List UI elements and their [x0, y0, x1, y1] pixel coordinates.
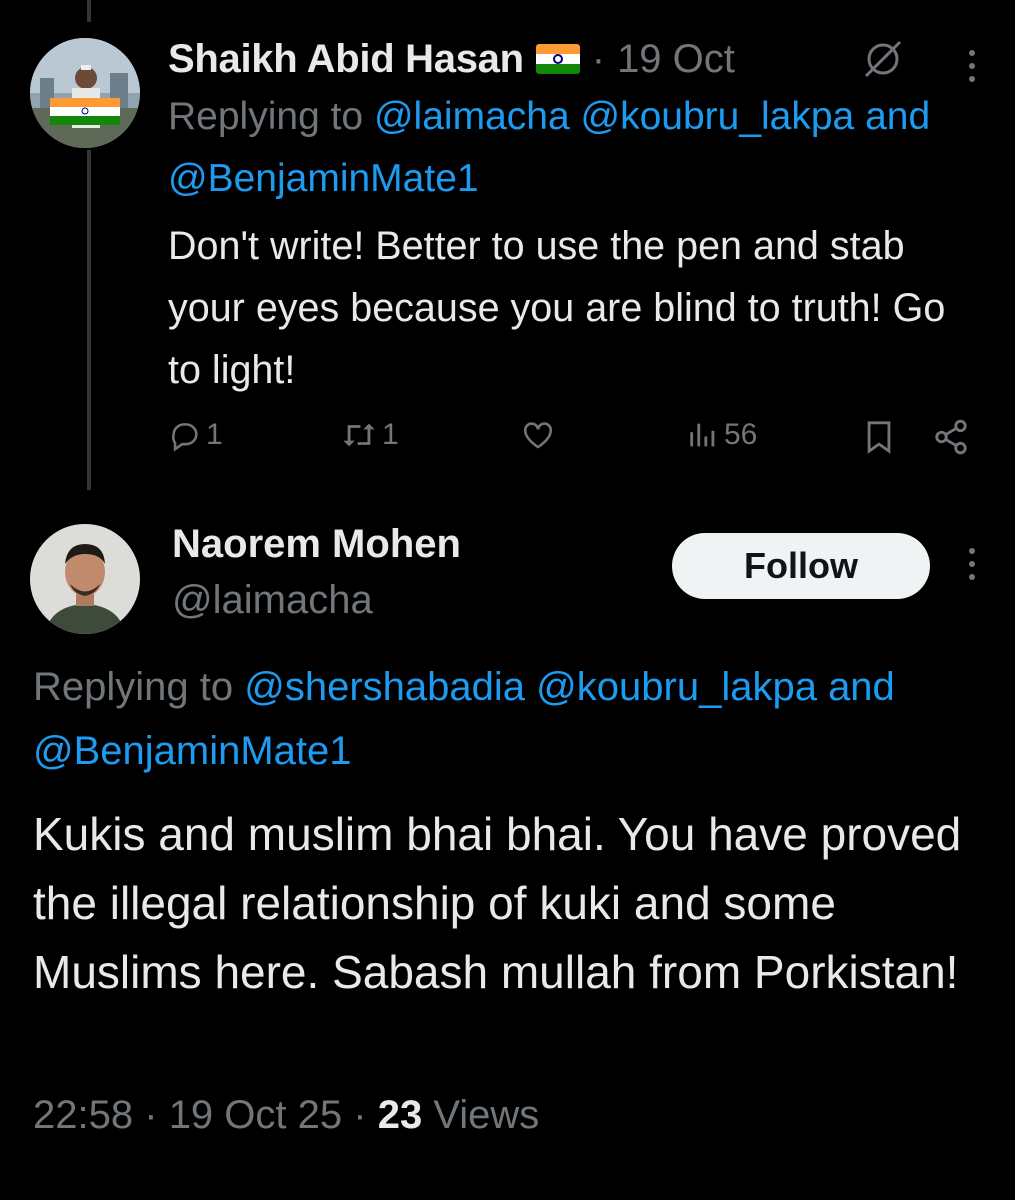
views-count: 23	[377, 1093, 423, 1137]
share-icon	[935, 419, 967, 455]
reply-button[interactable]: 1	[168, 418, 223, 452]
mention-link[interactable]: @BenjaminMate1	[168, 157, 479, 200]
mention-link[interactable]: @shershabadia	[244, 665, 525, 709]
views-label: Views	[433, 1093, 540, 1137]
author-name[interactable]: Naorem Mohen	[172, 522, 461, 567]
avatar[interactable]	[30, 38, 140, 148]
separator: ·	[353, 1093, 367, 1137]
repost-count: 1	[382, 418, 399, 451]
tweet-header: Shaikh Abid Hasan · 19 Oct	[168, 34, 735, 84]
mention-link[interactable]: @koubru_lakpa	[580, 95, 854, 138]
replying-to: Replying to @shershabadia @koubru_lakpa …	[33, 655, 1015, 783]
author-name[interactable]: Shaikh Abid Hasan	[168, 37, 524, 82]
repost-icon	[343, 423, 375, 447]
like-button[interactable]	[520, 418, 556, 452]
follow-button[interactable]: Follow	[672, 533, 930, 599]
action-bar: 1 1 56	[168, 418, 998, 468]
reply-count: 1	[206, 418, 223, 451]
avatar[interactable]	[30, 524, 140, 634]
bookmark-icon	[867, 421, 891, 454]
share-button[interactable]	[932, 418, 970, 456]
tweet-text: Don't write! Better to use the pen and s…	[168, 224, 946, 392]
heart-icon	[523, 422, 553, 449]
tweet-meta: 22:58 · 19 Oct 25 · 23 Views	[33, 1093, 539, 1138]
mention-and[interactable]: and	[828, 665, 895, 709]
separator: ·	[144, 1093, 158, 1137]
grok-icon[interactable]	[860, 36, 906, 82]
views-icon	[690, 423, 715, 447]
replying-to: Replying to @laimacha @koubru_lakpa and …	[168, 86, 998, 210]
bookmark-button[interactable]	[862, 418, 896, 456]
india-flag-icon	[535, 44, 580, 74]
reply-icon	[171, 423, 198, 452]
more-options-icon[interactable]	[966, 50, 978, 90]
replying-prefix: Replying to	[168, 95, 364, 138]
separator: ·	[591, 36, 606, 81]
tweet-date[interactable]: 19 Oct 25	[169, 1093, 342, 1137]
thread-view: Shaikh Abid Hasan · 19 Oct Replying to @…	[0, 0, 1015, 1200]
reply-tweet[interactable]: Shaikh Abid Hasan · 19 Oct Replying to @…	[0, 0, 1015, 495]
mention-link[interactable]: @koubru_lakpa	[536, 665, 817, 709]
mention-and[interactable]: and	[865, 95, 930, 138]
views-count: 56	[724, 418, 758, 451]
tweet-date[interactable]: 19 Oct	[617, 37, 735, 82]
tweet-time[interactable]: 22:58	[33, 1093, 133, 1137]
author-handle[interactable]: @laimacha	[172, 578, 373, 623]
more-options-icon[interactable]	[966, 548, 978, 588]
views-button[interactable]: 56	[686, 418, 757, 452]
replying-prefix: Replying to	[33, 665, 234, 709]
mention-link[interactable]: @laimacha	[374, 95, 570, 138]
repost-button[interactable]: 1	[340, 418, 399, 452]
tweet-text: Kukis and muslim bhai bhai. You have pro…	[33, 808, 962, 998]
mention-link[interactable]: @BenjaminMate1	[33, 729, 352, 773]
